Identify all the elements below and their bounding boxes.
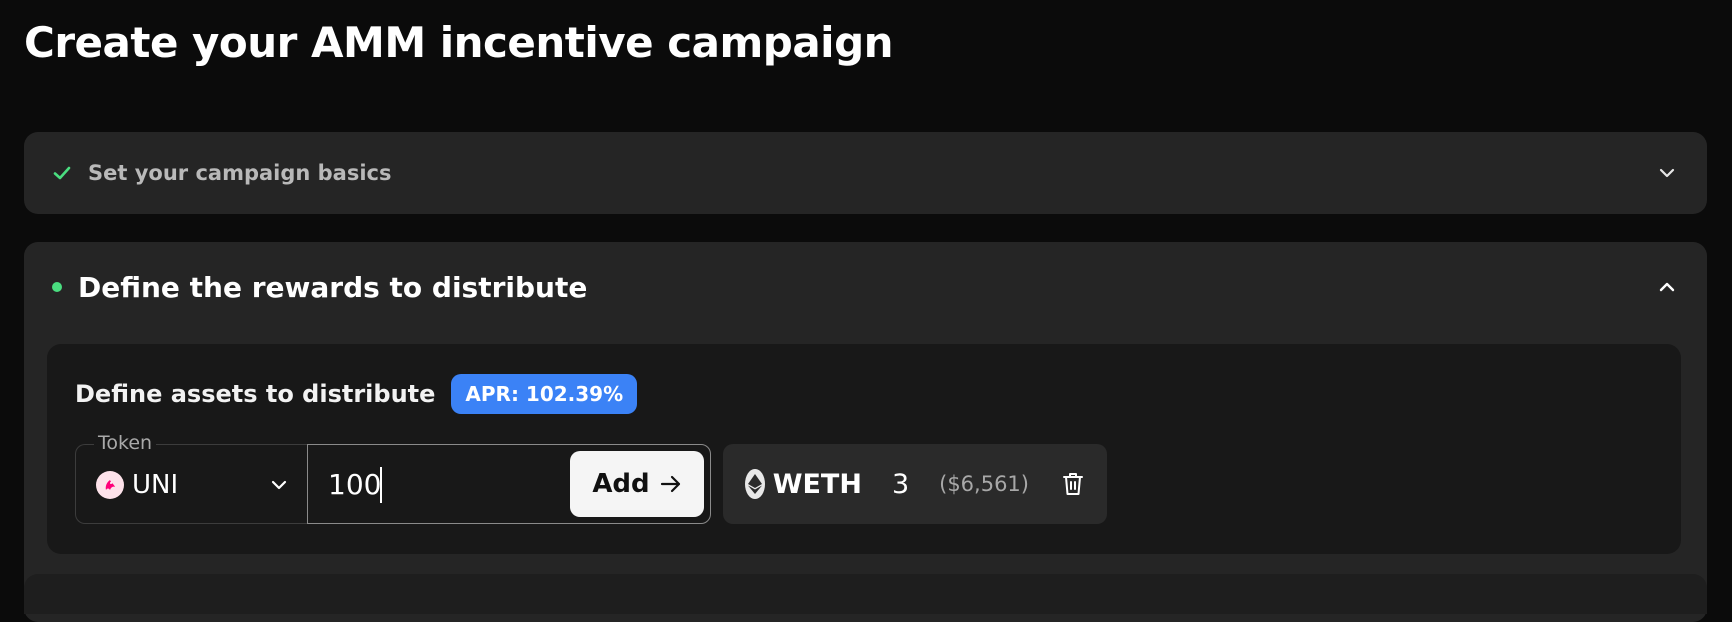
chevron-up-icon[interactable] bbox=[1655, 275, 1679, 299]
selected-token: UNI bbox=[132, 470, 179, 500]
active-step-indicator bbox=[52, 282, 62, 292]
token-select-field: Token UNI bbox=[75, 432, 307, 525]
amount-field: Add bbox=[307, 444, 711, 524]
token-select[interactable]: UNI bbox=[96, 445, 291, 525]
check-icon bbox=[52, 162, 74, 184]
added-asset-chip: WETH 3 ($6,561) bbox=[723, 444, 1107, 524]
eth-token-icon bbox=[745, 469, 765, 499]
assets-title-row: Define assets to distribute APR: 102.39% bbox=[75, 374, 638, 414]
chevron-down-icon[interactable] bbox=[1655, 161, 1679, 185]
trash-icon[interactable] bbox=[1061, 470, 1085, 498]
add-button-label: Add bbox=[592, 469, 650, 499]
step-basics-label: Set your campaign basics bbox=[88, 161, 392, 185]
text-caret bbox=[380, 467, 382, 503]
assets-card: Define assets to distribute APR: 102.39%… bbox=[47, 344, 1681, 554]
step-campaign-basics[interactable]: Set your campaign basics bbox=[24, 132, 1707, 214]
step-rewards-title: Define the rewards to distribute bbox=[78, 270, 588, 304]
amount-input[interactable] bbox=[328, 445, 558, 523]
chevron-down-icon bbox=[267, 473, 291, 497]
asset-usd-value: ($6,561) bbox=[939, 472, 1029, 496]
arrow-right-icon bbox=[660, 475, 680, 493]
apr-badge: APR: 102.39% bbox=[451, 374, 638, 414]
uni-token-icon bbox=[96, 471, 124, 499]
step-define-rewards: Define the rewards to distribute Define … bbox=[24, 242, 1707, 622]
add-asset-button[interactable]: Add bbox=[570, 451, 704, 517]
assets-title: Define assets to distribute bbox=[75, 380, 436, 408]
next-step-card bbox=[24, 574, 1707, 614]
step-rewards-header[interactable]: Define the rewards to distribute bbox=[52, 266, 1679, 308]
asset-symbol: WETH bbox=[772, 468, 862, 500]
page-title: Create your AMM incentive campaign bbox=[24, 18, 894, 67]
asset-amount: 3 bbox=[891, 468, 910, 500]
